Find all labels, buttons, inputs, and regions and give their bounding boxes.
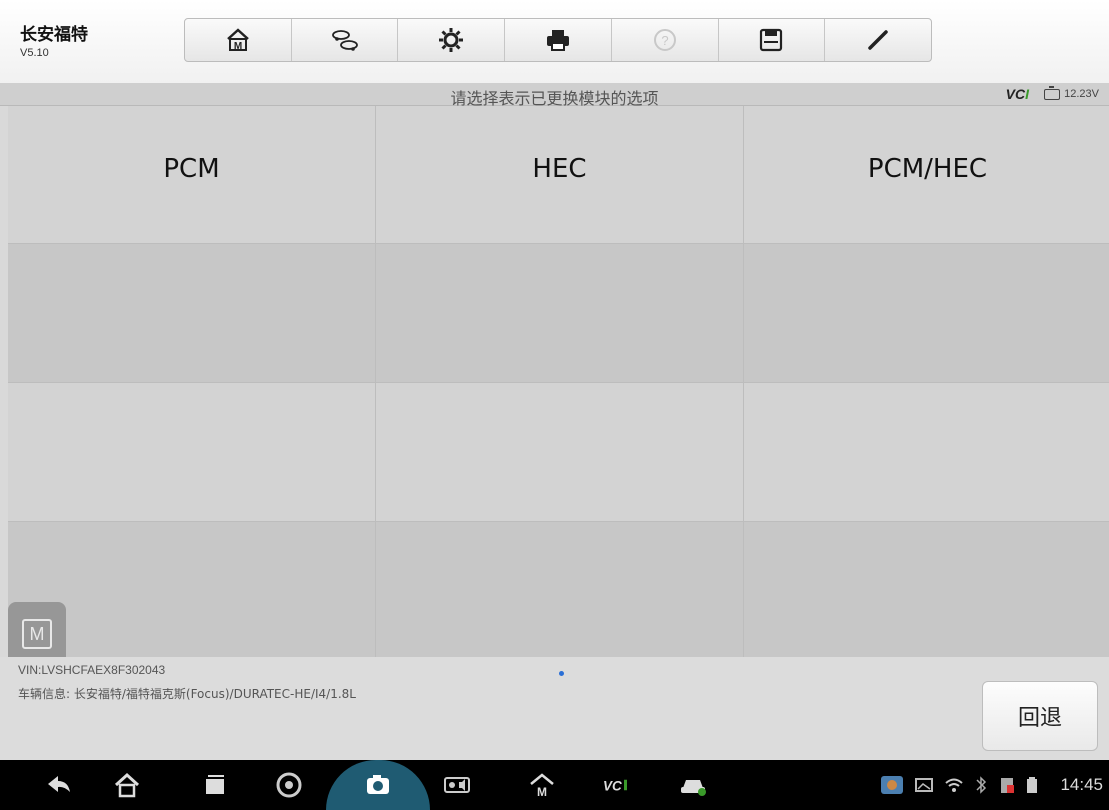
option-cell-empty (744, 522, 1109, 660)
option-cell-empty (8, 244, 375, 382)
vci-icon: VC (603, 778, 627, 793)
floating-menu-icon: M (22, 619, 52, 649)
option-cell-empty (744, 244, 1109, 382)
svg-text:VC: VC (603, 778, 622, 793)
battery-status-icon (1027, 777, 1037, 793)
browser-app-button[interactable] (272, 768, 306, 802)
home-icon: M (227, 28, 249, 52)
image-icon (915, 778, 933, 792)
save-icon (760, 28, 783, 52)
back-button[interactable]: 回退 (982, 681, 1098, 751)
back-nav-button[interactable] (42, 768, 76, 802)
edit-icon (868, 30, 888, 50)
battery-icon (1044, 85, 1061, 100)
print-button[interactable] (505, 19, 612, 61)
footer-info: VIN:LVSHCFAEX8F302043 车辆信息: 长安福特/福特福克斯(F… (0, 657, 1109, 760)
help-button[interactable]: ? (612, 19, 719, 61)
camera-app-button[interactable] (361, 768, 395, 802)
vci-status-badge: VCI (1005, 86, 1029, 102)
system-nav-bar: M VC 14:45 (0, 760, 1109, 810)
home-app-shortcut[interactable]: M (525, 768, 559, 802)
vci-app-shortcut[interactable]: VC (598, 768, 638, 802)
option-cell-empty (376, 383, 743, 521)
option-cell-empty (8, 383, 375, 521)
option-cell-pcm-hec[interactable]: PCM/HEC (744, 106, 1109, 243)
browser-icon (276, 772, 302, 798)
app-version: V5.10 (20, 47, 49, 59)
settings-button[interactable] (398, 19, 506, 61)
vin-text: VIN:LVSHCFAEX8F302043 (18, 663, 166, 677)
option-label: PCM (163, 154, 220, 184)
voltage-readout: 12.23V (1064, 88, 1099, 100)
recent-apps-icon (206, 775, 224, 794)
vehicle-swap-icon (331, 30, 358, 51)
vehicle-info-text: 车辆信息: 长安福特/福特福克斯(Focus)/DURATEC-HE/I4/1.… (18, 687, 356, 701)
edit-button[interactable] (825, 19, 931, 61)
save-button[interactable] (719, 19, 826, 61)
back-arrow-icon (48, 776, 70, 792)
toolbar-button-group: M ? (184, 18, 932, 62)
vehicle-app-shortcut[interactable] (676, 768, 710, 802)
gear-icon (439, 28, 464, 52)
brightness-volume-icon (444, 777, 470, 793)
home-button[interactable]: M (185, 19, 292, 61)
option-grid: PCM HEC PCM/HEC (8, 106, 1109, 660)
car-icon (681, 780, 706, 796)
recents-nav-button[interactable] (198, 768, 232, 802)
option-cell-empty (376, 522, 743, 660)
page-indicator-dot (559, 671, 564, 676)
option-cell-hec[interactable]: HEC (376, 106, 743, 243)
brightness-volume-button[interactable] (440, 768, 474, 802)
option-cell-pcm[interactable]: PCM (8, 106, 375, 243)
app-notification-icon (881, 776, 903, 794)
option-cell-empty (744, 383, 1109, 521)
help-icon: ? (653, 29, 676, 51)
title-bar: 请选择表示已更换模块的选项 VCI 12.23V (0, 84, 1109, 108)
svg-text:M: M (537, 785, 547, 799)
sim-icon (1001, 778, 1014, 793)
camera-icon (367, 775, 389, 794)
top-toolbar: 长安福特 V5.10 M ? (0, 0, 1109, 84)
battery-indicator: 12.23V (1044, 85, 1099, 100)
option-label: PCM/HEC (867, 154, 988, 184)
brand: 长安福特 V5.10 (20, 20, 88, 59)
option-label: HEC (532, 154, 587, 184)
home-m-icon: M (530, 773, 554, 799)
app-name: 长安福特 (20, 25, 88, 45)
option-cell-empty (376, 244, 743, 382)
wifi-icon (945, 778, 963, 792)
home-nav-icon (114, 772, 140, 798)
bluetooth-icon (976, 776, 987, 794)
status-icons (880, 773, 1038, 797)
svg-text:?: ? (661, 33, 668, 48)
print-icon (547, 30, 570, 51)
svg-text:M: M (234, 41, 242, 52)
status-clock: 14:45 (1060, 775, 1103, 794)
home-nav-button[interactable] (110, 768, 144, 802)
vehicle-swap-button[interactable] (292, 19, 399, 61)
